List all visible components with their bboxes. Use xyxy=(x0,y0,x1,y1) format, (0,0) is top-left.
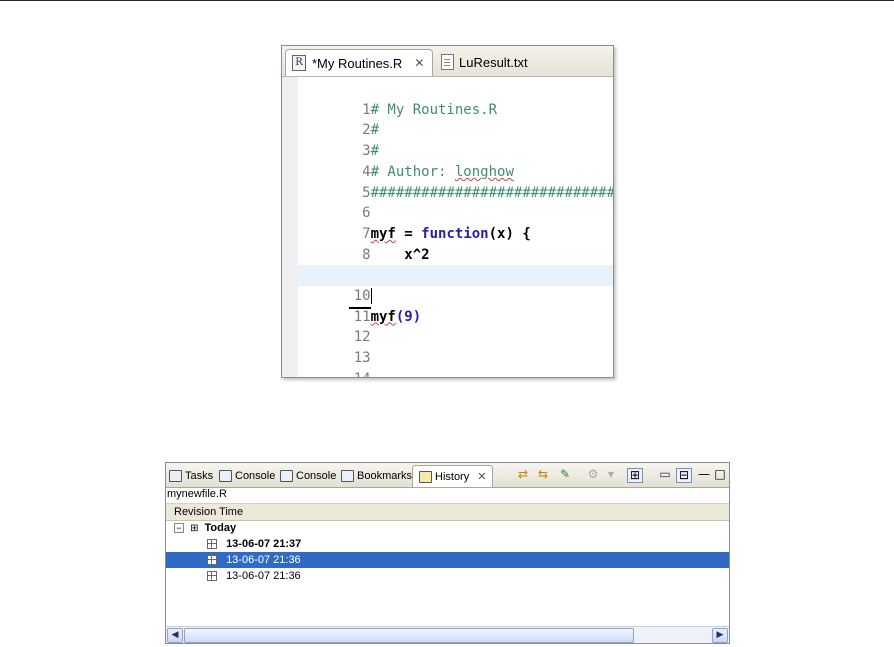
code-line: 6 xyxy=(362,205,371,222)
scrollbar-thumb[interactable] xyxy=(184,628,634,643)
revision-row[interactable]: 13-06-07 21:37 xyxy=(166,536,729,552)
code-line: 12 xyxy=(353,329,371,346)
column-header-revision-time[interactable]: Revision Time xyxy=(166,503,729,521)
minimize-icon[interactable]: — xyxy=(697,468,711,481)
view-tab-bar: Tasks Console Console Bookmarks History … xyxy=(166,463,729,488)
code-line: 2# xyxy=(362,122,380,139)
close-tab-icon[interactable]: ✕ xyxy=(477,470,486,483)
revision-icon xyxy=(207,539,217,550)
tasks-icon xyxy=(169,469,182,482)
revision-icon xyxy=(207,571,217,582)
editor-tab-bar: R *My Routines.R ✕ LuResult.txt xyxy=(282,46,613,77)
code-editor-panel: R *My Routines.R ✕ LuResult.txt 1# My Ro… xyxy=(281,45,614,378)
tab-bookmarks[interactable]: Bookmarks xyxy=(341,465,412,486)
chevron-down-icon[interactable]: ▼ xyxy=(604,468,618,481)
compare-icon[interactable]: ⇄ xyxy=(516,468,530,481)
close-tab-icon[interactable]: ✕ xyxy=(414,56,424,70)
history-file-name: mynewfile.R xyxy=(167,488,227,500)
tree-group-today[interactable]: − ⊞ Today xyxy=(166,520,729,536)
scroll-left-icon[interactable]: ◀ xyxy=(167,628,183,643)
code-line: 9} xyxy=(298,245,613,283)
code-line: 4# Author: longhow xyxy=(362,163,514,180)
revision-row[interactable]: 13-06-07 21:36 xyxy=(166,568,729,584)
code-line: 8 x^2 xyxy=(362,246,430,263)
maximize-icon[interactable]: □ xyxy=(713,468,727,481)
scroll-right-icon[interactable]: ▶ xyxy=(712,628,728,643)
tab-console-1[interactable]: Console xyxy=(219,465,275,486)
collapse-all-icon[interactable]: ▭ xyxy=(658,468,672,481)
code-line: 1# My Routines.R xyxy=(362,101,498,118)
code-line: 3# xyxy=(362,143,380,160)
history-view-panel: Tasks Console Console Bookmarks History … xyxy=(165,462,730,644)
code-line: 14 xyxy=(298,348,613,377)
tab-tasks[interactable]: Tasks xyxy=(169,465,213,486)
tab-luresult[interactable]: LuResult.txt xyxy=(433,49,563,76)
group-by-date-icon[interactable]: ⊟ xyxy=(676,468,692,483)
revision-icon xyxy=(207,555,217,566)
current-code-line[interactable]: 10 xyxy=(298,265,613,309)
code-line: 5############################## xyxy=(362,184,614,201)
filter-icon[interactable]: ⚙ xyxy=(586,468,600,481)
code-line: 11myf(9) xyxy=(353,308,422,325)
collapse-icon[interactable]: − xyxy=(174,523,184,534)
console-icon xyxy=(280,469,293,482)
text-file-icon xyxy=(441,54,454,70)
replace-icon[interactable]: ⇆ xyxy=(536,468,550,481)
history-icon xyxy=(419,470,432,483)
tab-label: *My Routines.R xyxy=(312,55,403,71)
code-line: 13 xyxy=(353,350,371,367)
revision-row-selected[interactable]: 13-06-07 21:36 xyxy=(166,552,729,568)
tab-my-routines[interactable]: R *My Routines.R ✕ xyxy=(285,49,433,76)
editor-gutter xyxy=(282,77,298,377)
open-revision-icon[interactable]: ✎ xyxy=(558,468,572,481)
tab-history[interactable]: History ✕ xyxy=(412,465,494,487)
code-area[interactable]: 1# My Routines.R 2# 3# 4# Author: longho… xyxy=(298,77,613,377)
horizontal-scrollbar[interactable]: ◀ ▶ xyxy=(166,626,729,643)
r-file-icon: R xyxy=(292,55,306,71)
tab-console-2[interactable]: Console xyxy=(280,465,336,486)
tab-label: LuResult.txt xyxy=(459,55,528,70)
bookmarks-icon xyxy=(341,469,354,482)
code-line: 7myf = function(x) { xyxy=(362,225,531,242)
console-icon xyxy=(219,469,232,482)
top-border-line xyxy=(0,0,894,1)
link-editor-icon[interactable]: ⊞ xyxy=(627,468,643,483)
date-group-icon: ⊞ xyxy=(190,523,199,534)
